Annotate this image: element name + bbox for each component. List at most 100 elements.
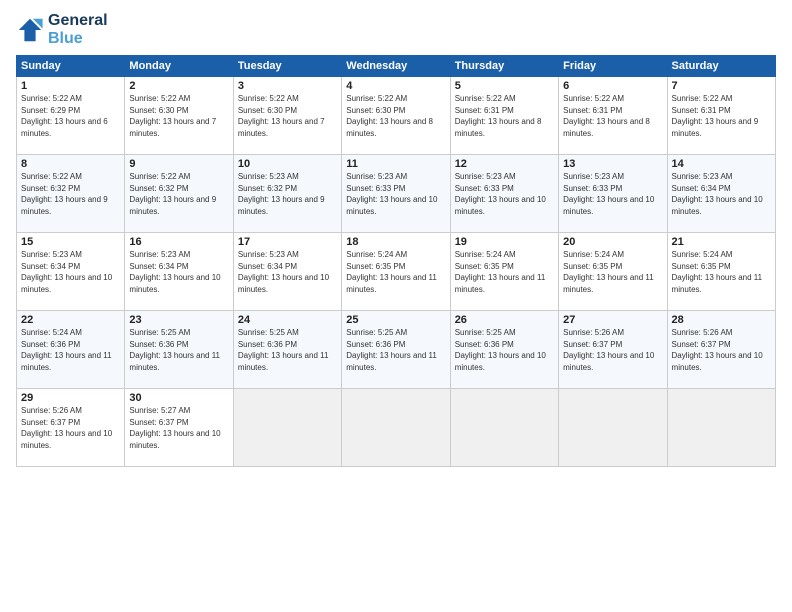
day-number: 25	[346, 314, 445, 326]
day-cell: 11Sunrise: 5:23 AMSunset: 6:33 PMDayligh…	[342, 155, 450, 233]
day-info: Sunrise: 5:22 AMSunset: 6:31 PMDaylight:…	[672, 93, 771, 139]
day-cell: 6Sunrise: 5:22 AMSunset: 6:31 PMDaylight…	[559, 77, 667, 155]
day-info: Sunrise: 5:22 AMSunset: 6:32 PMDaylight:…	[21, 171, 120, 217]
header-row: SundayMondayTuesdayWednesdayThursdayFrid…	[17, 56, 776, 77]
day-cell: 23Sunrise: 5:25 AMSunset: 6:36 PMDayligh…	[125, 311, 233, 389]
day-info: Sunrise: 5:22 AMSunset: 6:31 PMDaylight:…	[563, 93, 662, 139]
day-number: 8	[21, 158, 120, 170]
day-cell: 9Sunrise: 5:22 AMSunset: 6:32 PMDaylight…	[125, 155, 233, 233]
day-info: Sunrise: 5:24 AMSunset: 6:35 PMDaylight:…	[346, 249, 445, 295]
week-row-1: 1Sunrise: 5:22 AMSunset: 6:29 PMDaylight…	[17, 77, 776, 155]
calendar-table: SundayMondayTuesdayWednesdayThursdayFrid…	[16, 55, 776, 467]
day-cell: 14Sunrise: 5:23 AMSunset: 6:34 PMDayligh…	[667, 155, 775, 233]
header-cell-wednesday: Wednesday	[342, 56, 450, 77]
day-number: 13	[563, 158, 662, 170]
day-number: 20	[563, 236, 662, 248]
day-info: Sunrise: 5:25 AMSunset: 6:36 PMDaylight:…	[129, 327, 228, 373]
day-info: Sunrise: 5:26 AMSunset: 6:37 PMDaylight:…	[563, 327, 662, 373]
day-info: Sunrise: 5:23 AMSunset: 6:34 PMDaylight:…	[129, 249, 228, 295]
day-cell: 2Sunrise: 5:22 AMSunset: 6:30 PMDaylight…	[125, 77, 233, 155]
header-cell-saturday: Saturday	[667, 56, 775, 77]
day-cell: 16Sunrise: 5:23 AMSunset: 6:34 PMDayligh…	[125, 233, 233, 311]
day-number: 3	[238, 80, 337, 92]
day-cell: 17Sunrise: 5:23 AMSunset: 6:34 PMDayligh…	[233, 233, 341, 311]
header: General Blue	[16, 12, 776, 47]
day-cell: 26Sunrise: 5:25 AMSunset: 6:36 PMDayligh…	[450, 311, 558, 389]
day-cell: 19Sunrise: 5:24 AMSunset: 6:35 PMDayligh…	[450, 233, 558, 311]
day-cell: 24Sunrise: 5:25 AMSunset: 6:36 PMDayligh…	[233, 311, 341, 389]
day-cell: 30Sunrise: 5:27 AMSunset: 6:37 PMDayligh…	[125, 389, 233, 467]
day-cell: 21Sunrise: 5:24 AMSunset: 6:35 PMDayligh…	[667, 233, 775, 311]
day-cell: 20Sunrise: 5:24 AMSunset: 6:35 PMDayligh…	[559, 233, 667, 311]
day-cell: 15Sunrise: 5:23 AMSunset: 6:34 PMDayligh…	[17, 233, 125, 311]
day-info: Sunrise: 5:23 AMSunset: 6:34 PMDaylight:…	[672, 171, 771, 217]
day-info: Sunrise: 5:23 AMSunset: 6:34 PMDaylight:…	[21, 249, 120, 295]
day-number: 2	[129, 80, 228, 92]
day-info: Sunrise: 5:23 AMSunset: 6:33 PMDaylight:…	[455, 171, 554, 217]
day-info: Sunrise: 5:26 AMSunset: 6:37 PMDaylight:…	[672, 327, 771, 373]
day-number: 28	[672, 314, 771, 326]
day-info: Sunrise: 5:23 AMSunset: 6:32 PMDaylight:…	[238, 171, 337, 217]
day-number: 4	[346, 80, 445, 92]
day-cell	[342, 389, 450, 467]
page: General Blue SundayMondayTuesdayWednesda…	[0, 0, 792, 612]
day-number: 6	[563, 80, 662, 92]
day-number: 9	[129, 158, 228, 170]
header-cell-thursday: Thursday	[450, 56, 558, 77]
day-info: Sunrise: 5:24 AMSunset: 6:35 PMDaylight:…	[672, 249, 771, 295]
day-number: 22	[21, 314, 120, 326]
day-info: Sunrise: 5:24 AMSunset: 6:35 PMDaylight:…	[455, 249, 554, 295]
day-number: 18	[346, 236, 445, 248]
day-cell: 13Sunrise: 5:23 AMSunset: 6:33 PMDayligh…	[559, 155, 667, 233]
day-cell	[667, 389, 775, 467]
day-cell: 10Sunrise: 5:23 AMSunset: 6:32 PMDayligh…	[233, 155, 341, 233]
day-number: 24	[238, 314, 337, 326]
day-number: 14	[672, 158, 771, 170]
day-info: Sunrise: 5:27 AMSunset: 6:37 PMDaylight:…	[129, 405, 228, 451]
day-info: Sunrise: 5:22 AMSunset: 6:30 PMDaylight:…	[346, 93, 445, 139]
day-number: 29	[21, 392, 120, 404]
day-number: 23	[129, 314, 228, 326]
day-cell: 3Sunrise: 5:22 AMSunset: 6:30 PMDaylight…	[233, 77, 341, 155]
day-number: 1	[21, 80, 120, 92]
week-row-5: 29Sunrise: 5:26 AMSunset: 6:37 PMDayligh…	[17, 389, 776, 467]
day-number: 15	[21, 236, 120, 248]
day-info: Sunrise: 5:22 AMSunset: 6:29 PMDaylight:…	[21, 93, 120, 139]
day-cell: 5Sunrise: 5:22 AMSunset: 6:31 PMDaylight…	[450, 77, 558, 155]
day-info: Sunrise: 5:25 AMSunset: 6:36 PMDaylight:…	[346, 327, 445, 373]
header-cell-sunday: Sunday	[17, 56, 125, 77]
logo: General Blue	[16, 12, 108, 47]
day-cell: 8Sunrise: 5:22 AMSunset: 6:32 PMDaylight…	[17, 155, 125, 233]
day-cell	[559, 389, 667, 467]
day-info: Sunrise: 5:22 AMSunset: 6:30 PMDaylight:…	[238, 93, 337, 139]
day-number: 17	[238, 236, 337, 248]
day-cell: 29Sunrise: 5:26 AMSunset: 6:37 PMDayligh…	[17, 389, 125, 467]
day-number: 27	[563, 314, 662, 326]
day-number: 12	[455, 158, 554, 170]
day-cell: 25Sunrise: 5:25 AMSunset: 6:36 PMDayligh…	[342, 311, 450, 389]
day-cell: 22Sunrise: 5:24 AMSunset: 6:36 PMDayligh…	[17, 311, 125, 389]
day-info: Sunrise: 5:23 AMSunset: 6:33 PMDaylight:…	[346, 171, 445, 217]
day-cell: 12Sunrise: 5:23 AMSunset: 6:33 PMDayligh…	[450, 155, 558, 233]
logo-line1: General	[48, 12, 108, 30]
day-info: Sunrise: 5:22 AMSunset: 6:31 PMDaylight:…	[455, 93, 554, 139]
day-cell: 7Sunrise: 5:22 AMSunset: 6:31 PMDaylight…	[667, 77, 775, 155]
day-cell: 4Sunrise: 5:22 AMSunset: 6:30 PMDaylight…	[342, 77, 450, 155]
day-info: Sunrise: 5:26 AMSunset: 6:37 PMDaylight:…	[21, 405, 120, 451]
day-number: 30	[129, 392, 228, 404]
week-row-2: 8Sunrise: 5:22 AMSunset: 6:32 PMDaylight…	[17, 155, 776, 233]
day-number: 5	[455, 80, 554, 92]
day-number: 7	[672, 80, 771, 92]
day-info: Sunrise: 5:25 AMSunset: 6:36 PMDaylight:…	[238, 327, 337, 373]
header-cell-tuesday: Tuesday	[233, 56, 341, 77]
week-row-4: 22Sunrise: 5:24 AMSunset: 6:36 PMDayligh…	[17, 311, 776, 389]
day-number: 16	[129, 236, 228, 248]
day-number: 11	[346, 158, 445, 170]
day-info: Sunrise: 5:22 AMSunset: 6:30 PMDaylight:…	[129, 93, 228, 139]
day-number: 21	[672, 236, 771, 248]
day-cell: 28Sunrise: 5:26 AMSunset: 6:37 PMDayligh…	[667, 311, 775, 389]
day-cell	[233, 389, 341, 467]
day-info: Sunrise: 5:25 AMSunset: 6:36 PMDaylight:…	[455, 327, 554, 373]
header-cell-monday: Monday	[125, 56, 233, 77]
day-info: Sunrise: 5:23 AMSunset: 6:34 PMDaylight:…	[238, 249, 337, 295]
